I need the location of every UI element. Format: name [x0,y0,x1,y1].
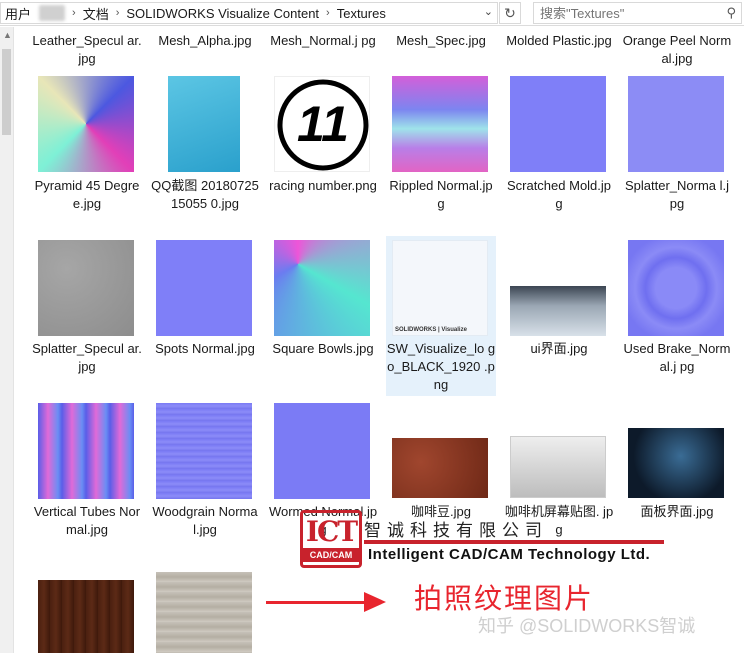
racing-number-text: 11 [297,96,349,152]
address-bar: 用户 › 文档 › SOLIDWORKS Visualize Content ›… [0,0,744,26]
file-label[interactable]: Pyramid 45 Degree.jpg [32,177,142,213]
company-name-en: Intelligent CAD/CAM Technology Ltd. [368,546,651,563]
file-label[interactable]: ui界面.jpg [504,340,614,358]
logo-text: ICT [305,515,358,548]
breadcrumb[interactable]: 用户 › 文档 › SOLIDWORKS Visualize Content ›… [0,2,498,24]
arrow-head-icon [364,592,386,612]
file-thumbnail[interactable] [156,572,252,653]
breadcrumb-textures[interactable]: Textures [333,6,390,21]
file-thumbnail[interactable] [38,240,134,336]
file-label[interactable]: Mesh_Normal.j pg [268,32,378,50]
chevron-right-icon[interactable]: › [323,7,333,19]
refresh-button[interactable]: ↻ [499,2,521,24]
arrow-right-icon [266,601,366,604]
file-label[interactable]: Woodgrain Normal.jpg [150,503,260,539]
file-label[interactable]: Orange Peel Normal.jpg [622,32,732,68]
company-name-cn: 智诚科技有限公司 [364,521,548,541]
file-label[interactable]: Splatter_Norma l.jpg [622,177,732,213]
file-label[interactable]: Splatter_Specul ar.jpg [32,340,142,376]
file-thumbnail[interactable] [628,428,724,498]
chevron-right-icon[interactable]: › [69,7,79,19]
file-thumbnail[interactable] [510,286,606,336]
file-thumbnail[interactable]: 11 [274,76,370,172]
watermark: 知乎 @SOLIDWORKS智诚 [478,616,696,636]
selected-tile[interactable]: SOLIDWORKS | Visualize SW_Visualize_lo g… [386,236,496,396]
file-label[interactable]: Molded Plastic.jpg [504,32,614,50]
search-icon[interactable]: ⚲ [726,5,736,21]
annotation-caption: 拍照纹理图片 [414,583,595,614]
file-label[interactable]: Scratched Mold.jpg [504,177,614,213]
breadcrumb-documents[interactable]: 文档 [79,4,113,23]
file-label[interactable]: Spots Normal.jpg [150,340,260,358]
file-label[interactable]: Vertical Tubes Normal.jpg [32,503,142,539]
breadcrumb-visualize-content[interactable]: SOLIDWORKS Visualize Content [122,6,323,21]
file-label[interactable]: Square Bowls.jpg [268,340,378,358]
file-thumbnail[interactable] [628,240,724,336]
file-thumbnail[interactable] [392,438,488,498]
scrollbar-thumb[interactable] [2,49,11,135]
breadcrumb-username-redacted[interactable] [39,5,66,21]
logo-subtext: CAD/CAM [303,548,359,562]
file-thumbnail[interactable] [38,580,134,653]
file-thumbnail[interactable] [274,240,370,336]
file-thumbnail[interactable] [168,76,240,172]
chevron-right-icon[interactable]: › [113,7,123,19]
file-thumbnail[interactable] [38,403,134,499]
file-thumbnail[interactable] [156,403,252,499]
file-label[interactable]: racing number.png [268,177,378,195]
file-label[interactable]: Rippled Normal.jpg [386,177,496,213]
file-label[interactable]: QQ截图 2018072515055 0.jpg [150,177,260,213]
company-logo: ICT CAD/CAM [300,510,362,568]
file-thumbnail[interactable] [38,76,134,172]
file-label[interactable]: SW_Visualize_lo go_BLACK_1920 .png [386,340,496,394]
file-thumbnail[interactable] [510,76,606,172]
breadcrumb-users[interactable]: 用户 [1,4,35,23]
sw-logo-text: SOLIDWORKS | Visualize [395,327,467,333]
file-label[interactable]: Leather_Specul ar.jpg [32,32,142,68]
chevron-down-icon[interactable]: ⌄ [484,5,493,18]
file-label[interactable]: Used Brake_Normal.j pg [622,340,732,376]
file-thumbnail[interactable] [510,436,606,498]
file-thumbnail[interactable] [628,76,724,172]
file-thumbnail[interactable] [274,403,370,499]
file-thumbnail[interactable]: SOLIDWORKS | Visualize [392,240,488,336]
scroll-up-icon[interactable]: ▲ [3,30,12,40]
search-input[interactable] [534,3,714,23]
file-label[interactable]: 面板界面.jpg [622,503,732,521]
file-label[interactable]: Mesh_Spec.jpg [386,32,496,50]
file-thumbnail[interactable] [156,240,252,336]
vertical-scrollbar[interactable]: ▲ [0,27,14,653]
file-thumbnail[interactable] [392,76,488,172]
search-box[interactable]: ⚲ [533,2,742,24]
file-label[interactable]: Mesh_Alpha.jpg [150,32,260,50]
divider [364,540,664,544]
